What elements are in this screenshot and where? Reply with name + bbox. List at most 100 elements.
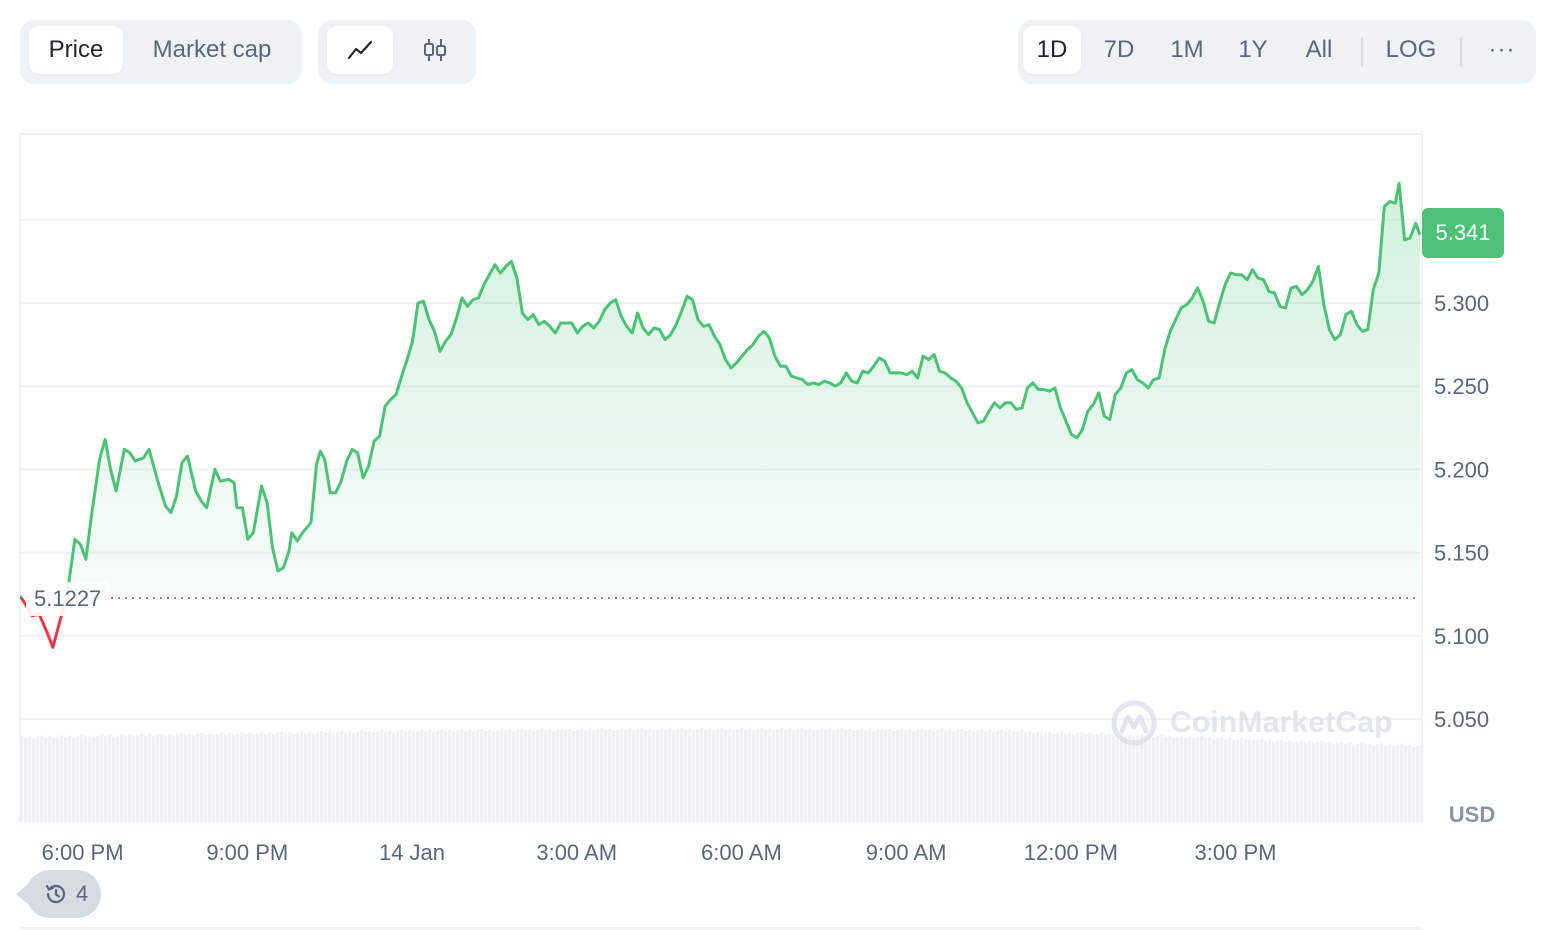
volume-bar [680, 728, 684, 822]
volume-bar [276, 732, 280, 822]
volume-bar [220, 732, 224, 822]
volume-bar [296, 732, 300, 822]
volume-bar [916, 729, 920, 822]
volume-bar [172, 735, 176, 822]
volume-bar [904, 730, 908, 822]
volume-bar [952, 731, 956, 822]
volume-bar [204, 734, 208, 822]
volume-bar [928, 729, 932, 822]
volume-bar [236, 733, 240, 822]
volume-bar [140, 733, 144, 822]
volume-bar [1288, 740, 1292, 822]
x-tick-label: 3:00 PM [1195, 840, 1277, 865]
price-chart[interactable]: 5.050 5.100 5.150 5.200 5.250 5.300 6:00 PM 9:… [0, 0, 1556, 930]
volume-bar [208, 733, 212, 822]
volume-bar [20, 736, 24, 822]
volume-bar [832, 730, 836, 822]
volume-bar [1056, 732, 1060, 822]
volume-bar [684, 729, 688, 822]
volume-bar [268, 732, 272, 822]
volume-bar [392, 732, 396, 822]
volume-bar [536, 729, 540, 822]
volume-bar [1176, 736, 1180, 822]
volume-bar [300, 731, 304, 822]
volume-bar [868, 729, 872, 822]
volume-bar [624, 729, 628, 822]
history-count: 4 [76, 881, 89, 906]
x-tick-label: 9:00 PM [206, 840, 288, 865]
volume-bar [436, 730, 440, 822]
volume-bar [460, 729, 464, 822]
volume-bar [264, 733, 268, 822]
volume-bar [1084, 734, 1088, 822]
price-area-fill [20, 183, 1420, 598]
volume-bar [1000, 729, 1004, 822]
volume-bar [1284, 741, 1288, 822]
volume-bar [1160, 734, 1164, 822]
volume-bar [336, 731, 340, 822]
volume-bar [764, 729, 768, 822]
volume-bar [888, 729, 892, 822]
volume-bar [284, 733, 288, 822]
volume-bar [716, 729, 720, 822]
volume-bar [52, 737, 56, 822]
volume-bar [976, 730, 980, 822]
volume-bar [24, 737, 28, 822]
volume-bar [312, 733, 316, 822]
volume-bar [408, 730, 412, 822]
volume-bar [48, 736, 52, 822]
volume-bar [660, 728, 664, 822]
volume-bar [664, 729, 668, 822]
volume-bar [892, 730, 896, 822]
volume-bar [196, 734, 200, 822]
volume-bar [320, 731, 324, 822]
volume-bar [92, 737, 96, 822]
volume-bar [688, 728, 692, 822]
volume-bar [1252, 740, 1256, 822]
volume-bar [980, 729, 984, 822]
volume-bar [932, 731, 936, 822]
volume-bar [828, 728, 832, 822]
volume-bar [876, 729, 880, 822]
volume-bar [1164, 736, 1168, 822]
volume-bar [1144, 736, 1148, 822]
volume-bar [364, 732, 368, 822]
volume-bar [756, 729, 760, 822]
volume-bar [656, 729, 660, 822]
volume-bar [156, 734, 160, 822]
volume-bar [708, 728, 712, 822]
history-badge[interactable]: 4 [16, 870, 101, 918]
volume-bar [1024, 732, 1028, 822]
volume-bar [1152, 737, 1156, 822]
volume-bar [1124, 735, 1128, 822]
volume-bar [800, 728, 804, 822]
volume-bar [1384, 745, 1388, 822]
volume-bar [472, 731, 476, 822]
volume-bar [576, 729, 580, 822]
y-tick-label: 5.150 [1434, 541, 1489, 566]
volume-bar [272, 734, 276, 822]
volume-bar [1248, 738, 1252, 822]
volume-bar [468, 729, 472, 822]
volume-bar [700, 728, 704, 822]
volume-bar [1220, 737, 1224, 822]
volume-bar [884, 730, 888, 822]
volume-bar [580, 728, 584, 822]
volume-bar [316, 732, 320, 822]
volume-bar [1396, 745, 1400, 822]
volume-bar [228, 733, 232, 822]
volume-bar [560, 728, 564, 822]
volume-bar [636, 729, 640, 822]
volume-bar [596, 729, 600, 822]
volume-bar [244, 733, 248, 822]
volume-bar [388, 730, 392, 822]
volume-bar [1068, 732, 1072, 822]
volume-bar [984, 731, 988, 822]
volume-bar [1304, 742, 1308, 822]
volume-bar [412, 732, 416, 822]
volume-bar [492, 731, 496, 822]
volume-bar [1268, 739, 1272, 822]
volume-bar [572, 730, 576, 822]
volume-bar [360, 730, 364, 822]
volume-bar [416, 730, 420, 822]
